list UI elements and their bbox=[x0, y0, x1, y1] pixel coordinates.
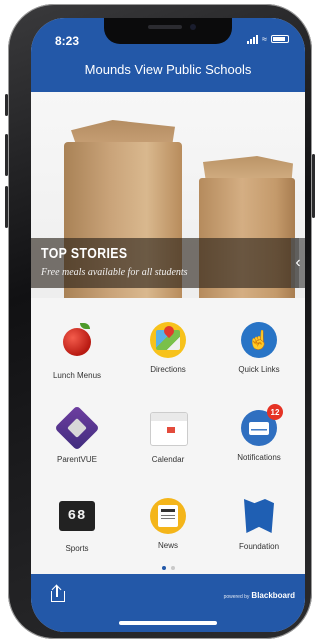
tile-lunch-menus[interactable]: Lunch Menus bbox=[32, 322, 122, 380]
tile-notifications[interactable]: 12 Notifications bbox=[214, 404, 304, 462]
scoreboard-icon: 68 bbox=[59, 501, 95, 531]
story-caption[interactable]: TOP STORIES Free meals available for all… bbox=[31, 238, 299, 288]
tile-calendar[interactable]: Calendar bbox=[123, 410, 213, 464]
phone-frame: 8:23 ≈ Mounds View Public Schools TOP ST… bbox=[5, 4, 315, 639]
parentvue-icon bbox=[54, 405, 100, 451]
footer-bar: powered by Blackboard bbox=[31, 574, 305, 632]
book-icon bbox=[244, 499, 274, 533]
page-dot[interactable] bbox=[170, 566, 175, 570]
camera bbox=[190, 24, 196, 30]
tile-label: Foundation bbox=[238, 542, 280, 551]
tile-label: Directions bbox=[150, 365, 186, 374]
tile-sports[interactable]: 68 Sports bbox=[32, 498, 122, 553]
tile-label: Sports bbox=[65, 544, 89, 553]
powered-by-text: powered by bbox=[223, 594, 250, 600]
calendar-icon bbox=[150, 412, 188, 446]
envelope-icon: 12 bbox=[241, 404, 283, 446]
volume-down-button bbox=[5, 186, 8, 228]
blackboard-brand: Blackboard bbox=[251, 591, 295, 600]
newspaper-icon bbox=[150, 498, 186, 534]
apple-icon bbox=[63, 323, 91, 356]
map-icon bbox=[150, 322, 186, 358]
mute-switch bbox=[5, 94, 8, 116]
tile-label: Lunch Menus bbox=[52, 371, 102, 380]
page-dot-active[interactable] bbox=[161, 566, 166, 570]
notch bbox=[104, 18, 232, 44]
home-indicator[interactable] bbox=[119, 621, 217, 625]
pointer-icon: ☝ bbox=[241, 322, 277, 358]
story-heading: TOP STORIES bbox=[41, 245, 128, 262]
tile-directions[interactable]: Directions bbox=[123, 322, 213, 374]
tile-label: Quick Links bbox=[238, 365, 280, 374]
top-stories-carousel[interactable]: TOP STORIES Free meals available for all… bbox=[31, 92, 305, 298]
volume-up-button bbox=[5, 134, 8, 176]
tile-news[interactable]: News bbox=[123, 498, 213, 550]
power-button bbox=[312, 154, 315, 218]
status-time: 8:23 bbox=[55, 34, 80, 48]
tile-quick-links[interactable]: ☝ Quick Links bbox=[214, 322, 304, 374]
page-indicator[interactable] bbox=[31, 566, 305, 570]
tile-label: News bbox=[157, 541, 178, 550]
tile-foundation[interactable]: Foundation bbox=[214, 498, 304, 551]
app-icon-grid: Lunch Menus Directions ☝ Quick Links Par… bbox=[31, 298, 305, 570]
tile-label: Calendar bbox=[151, 455, 185, 464]
story-subheading: Free meals available for all students bbox=[41, 267, 188, 278]
app-screen: 8:23 ≈ Mounds View Public Schools TOP ST… bbox=[31, 18, 305, 632]
tile-parentvue[interactable]: ParentVUE bbox=[32, 405, 122, 464]
page-title: Mounds View Public Schools bbox=[84, 62, 252, 77]
speaker bbox=[148, 25, 182, 29]
status-icons: ≈ bbox=[247, 34, 289, 44]
tile-label: ParentVUE bbox=[56, 455, 98, 464]
signal-icon bbox=[247, 34, 259, 44]
battery-icon bbox=[271, 35, 289, 43]
tile-label: Notifications bbox=[237, 453, 281, 462]
powered-by-logo: powered by Blackboard bbox=[224, 591, 295, 600]
share-icon[interactable] bbox=[51, 584, 65, 602]
notification-badge: 12 bbox=[267, 404, 283, 420]
wifi-icon: ≈ bbox=[262, 34, 267, 44]
chevron-left-icon[interactable]: ‹ bbox=[291, 238, 305, 288]
